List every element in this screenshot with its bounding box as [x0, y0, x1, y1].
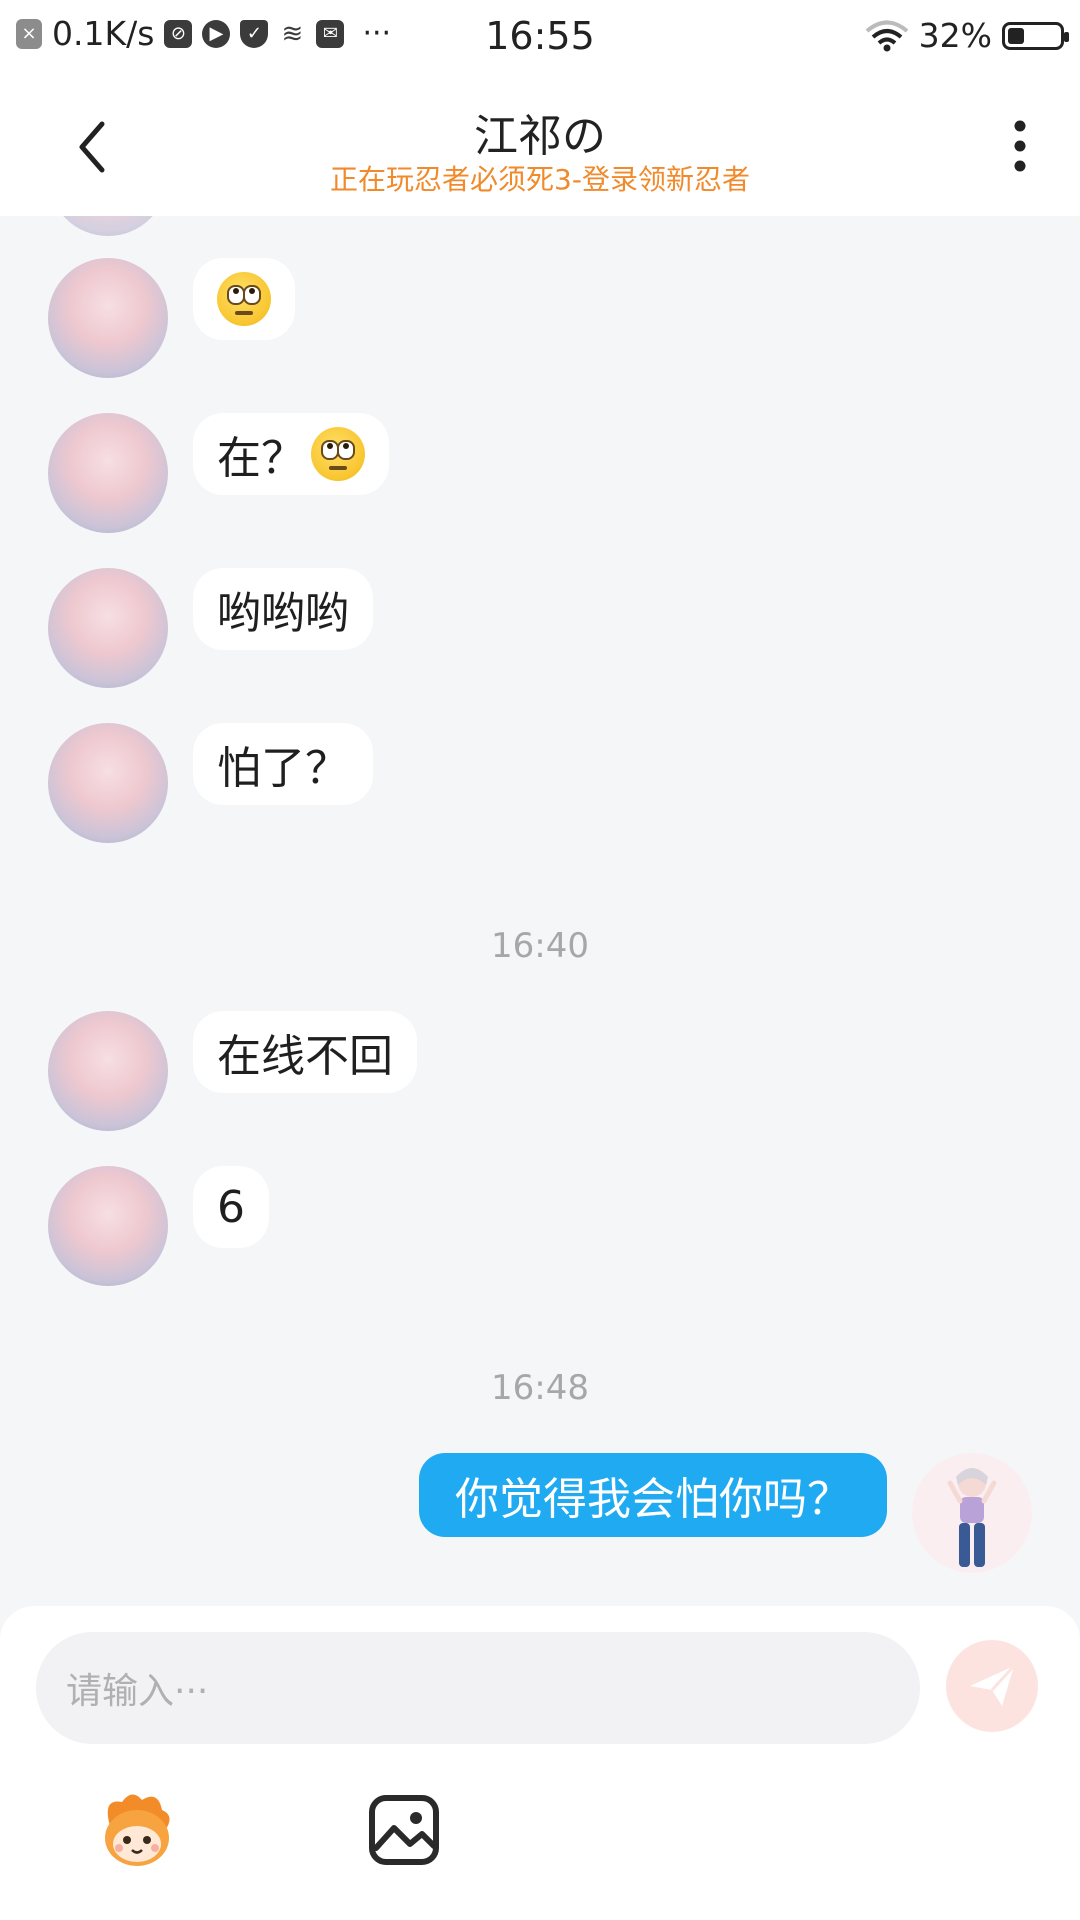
battery-level	[1008, 27, 1024, 44]
send-icon	[970, 1664, 1016, 1706]
contact-activity-status: 正在玩忍者必须死3-登录领新忍者	[330, 163, 750, 196]
contact-avatar[interactable]	[48, 1166, 168, 1286]
message-bubble[interactable]: 哟哟哟	[193, 568, 373, 650]
message-bubble[interactable]: 在？	[193, 413, 389, 495]
contact-avatar[interactable]	[48, 258, 168, 378]
contact-name: 江祁の	[474, 111, 606, 162]
message-bubble[interactable]: 在线不回	[193, 1011, 417, 1093]
chat-header: 江祁の 正在玩忍者必须死3-登录领新忍者	[0, 76, 1080, 216]
battery-percent: 32%	[918, 16, 992, 55]
sticker-button[interactable]	[92, 1786, 182, 1876]
message-bubble[interactable]: 怕了？	[193, 723, 373, 805]
chat-message-list[interactable]: 在？ 哟哟哟 怕了？ 16:40 在线不回 6 16:48 你觉得我会怕你吗？	[0, 216, 1080, 1606]
more-vertical-icon[interactable]	[1000, 114, 1040, 178]
face-with-rolling-eyes-emoji	[217, 272, 271, 326]
message-bubble[interactable]: 6	[193, 1166, 269, 1248]
message-text: 在线不回	[217, 1031, 393, 1082]
message-input[interactable]: 请输入···	[36, 1632, 920, 1744]
status-right-group: 32%	[865, 16, 1069, 55]
image-picker-button[interactable]	[360, 1786, 450, 1876]
my-avatar-figure-icon	[947, 1468, 997, 1567]
timestamp-divider: 16:40	[491, 926, 589, 966]
contact-avatar[interactable]	[48, 568, 168, 688]
message-text: 6	[217, 1181, 245, 1233]
input-placeholder: 请输入···	[66, 1671, 209, 1712]
mascot-sticker-icon	[105, 1794, 170, 1866]
timestamp-divider: 16:48	[491, 1368, 589, 1408]
contact-avatar[interactable]	[48, 723, 168, 843]
image-picker-icon	[369, 1795, 439, 1865]
face-with-rolling-eyes-emoji	[311, 427, 365, 481]
wifi-icon	[865, 20, 908, 51]
message-text: 在？	[217, 433, 305, 484]
contact-avatar[interactable]	[48, 1011, 168, 1131]
my-message-row: 你觉得我会怕你吗？	[332, 1453, 1032, 1573]
message-text: 哟哟哟	[217, 588, 349, 639]
message-bubble[interactable]	[193, 258, 295, 340]
contact-avatar[interactable]	[48, 413, 168, 533]
contact-avatar-partial[interactable]	[48, 216, 168, 236]
message-text: 怕了？	[217, 743, 349, 794]
send-button[interactable]	[946, 1640, 1038, 1732]
battery-icon	[1002, 21, 1069, 50]
message-text: 你觉得我会怕你吗？	[455, 1474, 851, 1525]
my-avatar[interactable]	[912, 1453, 1032, 1573]
status-bar: × 0.1K/s ⊘ ▶ ✓ ≋ ✉ ··· 16:55 32%	[0, 0, 1080, 76]
my-message-bubble[interactable]: 你觉得我会怕你吗？	[419, 1453, 887, 1537]
input-panel: 请输入···	[0, 1606, 1080, 1920]
